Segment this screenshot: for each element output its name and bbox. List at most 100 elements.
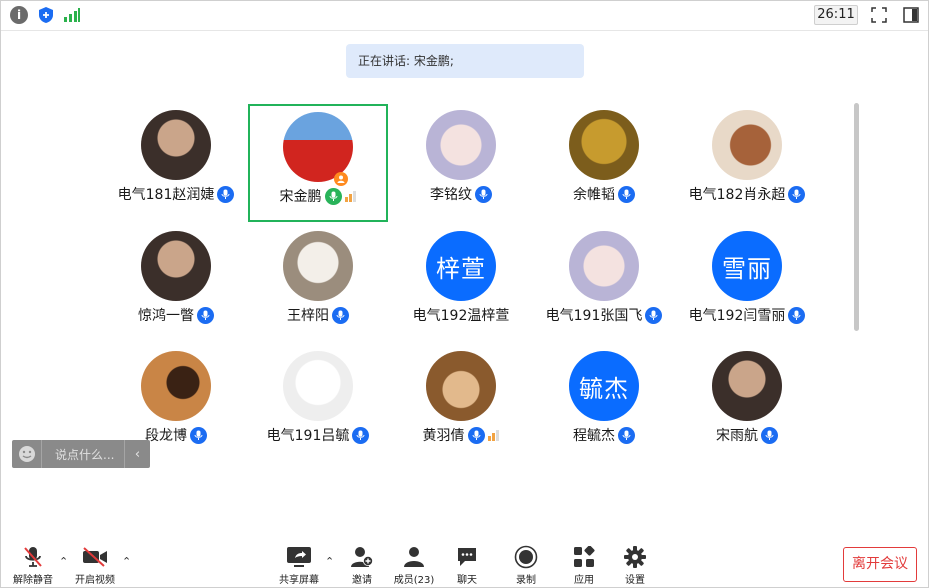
avatar — [426, 351, 496, 421]
invite-icon — [349, 544, 375, 569]
participant-name: 宋雨航 — [716, 428, 758, 444]
video-off-icon — [82, 544, 108, 569]
members-label: 成员(23) — [393, 575, 435, 586]
start-video-button[interactable]: 开启视频 — [65, 544, 125, 586]
participant-label: 惊鸿一瞥 — [106, 305, 246, 325]
fullscreen-icon[interactable] — [870, 6, 888, 24]
participant-name: 惊鸿一瞥 — [138, 308, 194, 324]
participant-tile[interactable]: 电气182肖永超 — [677, 104, 817, 222]
mic-icon — [467, 426, 485, 444]
mic-active-icon — [324, 187, 342, 205]
participant-tile[interactable]: 梓萱电气192温梓萱 — [391, 225, 531, 343]
participant-label: 电气192闫雪丽 — [677, 305, 817, 325]
mic-icon — [788, 185, 806, 203]
participant-name: 电气192温梓萱 — [412, 308, 510, 324]
participant-tile[interactable]: 电气181赵润婕 — [106, 104, 246, 222]
chat-input[interactable]: 说点什么... — [42, 446, 124, 463]
participant-tile[interactable]: 黄羽倩 — [391, 345, 531, 463]
apps-label: 应用 — [574, 575, 594, 586]
participant-name: 黄羽倩 — [422, 428, 465, 444]
share-screen-icon — [286, 544, 312, 569]
leave-meeting-button[interactable]: 离开会议 — [843, 547, 917, 582]
invite-button[interactable]: 邀请 — [332, 544, 392, 586]
speaking-indicator: 正在讲话: 宋金鹏; — [346, 44, 584, 78]
participant-name: 李铭纹 — [430, 187, 472, 203]
grid-scrollbar[interactable] — [854, 103, 859, 331]
participant-tile[interactable]: 宋金鹏 — [248, 104, 388, 222]
participant-tile[interactable]: 电气191吕毓 — [248, 345, 388, 463]
mic-icon — [761, 426, 778, 444]
avatar — [569, 110, 639, 180]
chat-input-bar[interactable]: 说点什么... ‹ — [12, 440, 150, 468]
participant-tile[interactable]: 李铭纹 — [391, 104, 531, 222]
unmute-button[interactable]: 解除静音 — [3, 544, 63, 586]
participant-label: 王梓阳 — [248, 305, 388, 325]
avatar: 雪丽 — [712, 231, 782, 301]
avatar: 梓萱 — [426, 231, 496, 301]
mic-icon — [352, 426, 370, 444]
mic-icon — [217, 185, 235, 203]
share-screen-label: 共享屏幕 — [279, 575, 319, 586]
emoji-icon[interactable] — [12, 440, 42, 468]
signal-icon[interactable] — [63, 6, 81, 24]
participant-tile[interactable]: 电气191张国飞 — [534, 225, 674, 343]
participant-label: 程毓杰 — [534, 425, 674, 445]
avatar — [569, 231, 639, 301]
participant-label: 电气182肖永超 — [677, 184, 817, 204]
participant-label: 电气191张国飞 — [534, 305, 674, 325]
meeting-timer: 26:11 — [814, 5, 858, 25]
chat-label: 聊天 — [457, 575, 477, 586]
meeting-window: i 26:11 正在讲话: 宋金鹏; 电气181赵润婕 宋金鹏 李铭纹 余帷韬 电气18… — [0, 0, 929, 588]
participant-name: 宋金鹏 — [279, 189, 322, 205]
gear-icon — [622, 544, 648, 569]
participant-name: 电气191吕毓 — [266, 428, 350, 444]
participant-tile[interactable]: 惊鸿一瞥 — [106, 225, 246, 343]
participant-tile[interactable]: 王梓阳 — [248, 225, 388, 343]
avatar — [283, 351, 353, 421]
mic-icon — [190, 426, 207, 444]
participant-name: 段龙博 — [145, 428, 187, 444]
chat-button[interactable]: 聊天 — [437, 544, 497, 586]
mic-muted-icon — [20, 544, 46, 569]
participant-label: 电气192温梓萱 — [391, 305, 531, 325]
info-icon[interactable]: i — [10, 6, 28, 24]
invite-label: 邀请 — [352, 575, 372, 586]
apps-icon — [571, 544, 597, 569]
participant-label: 宋金鹏 — [250, 186, 386, 206]
participant-tile[interactable]: 余帷韬 — [534, 104, 674, 222]
mic-icon — [788, 306, 806, 324]
host-badge-icon — [334, 172, 348, 186]
mic-icon — [618, 185, 635, 203]
mic-icon — [197, 306, 214, 324]
members-button[interactable]: 成员(23) — [384, 544, 444, 586]
video-options-chevron-icon[interactable]: ⌃ — [122, 555, 131, 568]
participant-name: 电气192闫雪丽 — [688, 308, 786, 324]
participant-tile[interactable]: 雪丽电气192闫雪丽 — [677, 225, 817, 343]
participant-label: 李铭纹 — [391, 184, 531, 204]
record-button[interactable]: 录制 — [496, 544, 556, 586]
record-label: 录制 — [516, 575, 536, 586]
top-bar: i 26:11 — [1, 1, 928, 31]
volume-bars-icon — [344, 190, 357, 202]
unmute-label: 解除静音 — [13, 575, 53, 586]
share-screen-button[interactable]: 共享屏幕 — [269, 544, 329, 586]
avatar — [283, 231, 353, 301]
mic-icon — [332, 306, 349, 324]
avatar — [141, 351, 211, 421]
participant-name: 余帷韬 — [573, 187, 615, 203]
avatar: 毓杰 — [569, 351, 639, 421]
sidebar-toggle-icon[interactable] — [902, 6, 920, 24]
participant-tile[interactable]: 毓杰程毓杰 — [534, 345, 674, 463]
participant-tile[interactable]: 宋雨航 — [677, 345, 817, 463]
participant-name: 电气182肖永超 — [688, 187, 786, 203]
participant-label: 电气191吕毓 — [248, 425, 388, 445]
mic-icon — [645, 306, 663, 324]
shield-icon[interactable] — [37, 6, 55, 24]
settings-label: 设置 — [625, 575, 645, 586]
collapse-chat-icon[interactable]: ‹ — [124, 440, 150, 468]
participant-name: 程毓杰 — [573, 428, 615, 444]
members-icon — [401, 544, 427, 569]
settings-button[interactable]: 设置 — [605, 544, 665, 586]
participant-label: 余帷韬 — [534, 184, 674, 204]
participant-name: 电气191张国飞 — [545, 308, 643, 324]
